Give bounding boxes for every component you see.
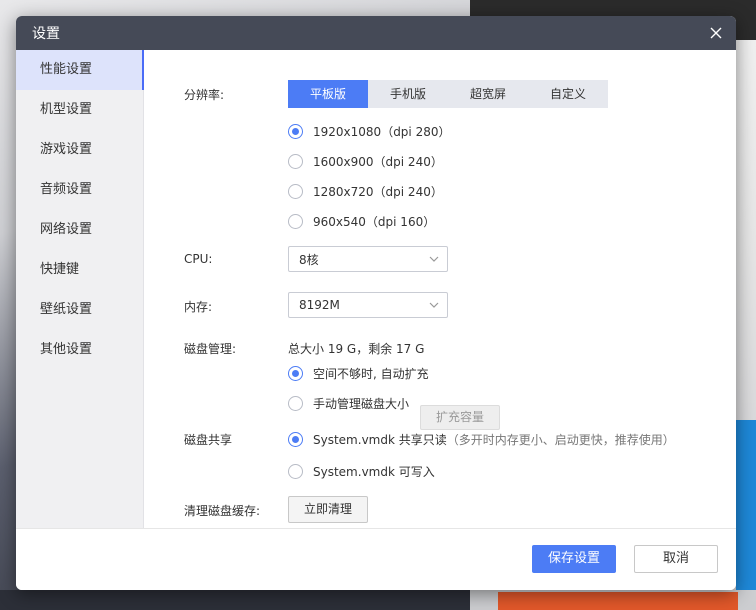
- settings-dialog: 设置 性能设置 机型设置 游戏设置 音频设置 网络设置 快捷键 壁纸设置 其他设…: [16, 16, 736, 590]
- disk-manual-option[interactable]: 手动管理磁盘大小: [288, 395, 409, 412]
- sidebar-item-label: 游戏设置: [40, 142, 93, 157]
- settings-content: 分辨率: 平板版 手机版 超宽屏 自定义 1920x1080 （dpi 280） …: [145, 50, 736, 528]
- expand-capacity-button[interactable]: 扩充容量: [420, 405, 500, 430]
- background-art-orange: [498, 592, 738, 610]
- resolution-dpi: （dpi 240）: [373, 155, 443, 169]
- sidebar-item-label: 性能设置: [40, 62, 93, 77]
- sidebar-item-other[interactable]: 其他设置: [16, 330, 143, 370]
- radio-icon: [288, 464, 303, 479]
- chevron-down-icon: [429, 256, 439, 262]
- resolution-dpi: （dpi 160）: [365, 215, 436, 229]
- memory-value: 8192M: [299, 298, 340, 312]
- disk-label: 磁盘管理:: [184, 342, 237, 356]
- sidebar-item-device-model[interactable]: 机型设置: [16, 90, 143, 130]
- disk-share-label: 磁盘共享: [184, 433, 233, 447]
- tab-ultrawide[interactable]: 超宽屏: [448, 80, 528, 108]
- window-title: 设置: [32, 26, 60, 42]
- cache-label: 清理磁盘缓存:: [184, 504, 261, 518]
- memory-label: 内存:: [184, 300, 213, 314]
- dialog-footer: 保存设置 取消: [16, 528, 736, 590]
- sidebar-item-performance[interactable]: 性能设置: [16, 50, 144, 90]
- disk-share-readonly-option[interactable]: System.vmdk 共享只读 （多开时内存更小、启动更快，推荐使用）: [288, 431, 675, 448]
- save-settings-button[interactable]: 保存设置: [532, 545, 616, 573]
- disk-auto-expand-label: 空间不够时, 自动扩充: [313, 367, 429, 381]
- radio-icon: [288, 184, 303, 199]
- disk-share-readonly-label: System.vmdk 共享只读: [313, 433, 447, 447]
- resolution-option-1280[interactable]: 1280x720 （dpi 240）: [288, 183, 443, 200]
- resolution-option-1920[interactable]: 1920x1080 （dpi 280）: [288, 123, 450, 140]
- memory-select[interactable]: 8192M: [288, 292, 448, 318]
- close-icon[interactable]: [706, 23, 726, 43]
- resolution-label: 分辨率:: [184, 88, 225, 102]
- tab-custom[interactable]: 自定义: [528, 80, 608, 108]
- title-bar[interactable]: 设置: [16, 16, 736, 50]
- sidebar-item-network[interactable]: 网络设置: [16, 210, 143, 250]
- tab-phone[interactable]: 手机版: [368, 80, 448, 108]
- sidebar-item-label: 其他设置: [40, 342, 93, 357]
- sidebar-item-wallpaper[interactable]: 壁纸设置: [16, 290, 143, 330]
- sidebar-item-label: 机型设置: [40, 102, 93, 117]
- sidebar-item-label: 网络设置: [40, 222, 93, 237]
- sidebar-item-game[interactable]: 游戏设置: [16, 130, 143, 170]
- disk-share-readonly-hint: （多开时内存更小、启动更快，推荐使用）: [446, 433, 675, 447]
- disk-summary: 总大小 19 G，剩余 17 G: [288, 342, 425, 356]
- tab-tablet[interactable]: 平板版: [288, 80, 368, 108]
- disk-manual-label: 手动管理磁盘大小: [313, 397, 410, 411]
- radio-icon: [288, 214, 303, 229]
- radio-icon: [288, 154, 303, 169]
- disk-auto-expand-option[interactable]: 空间不够时, 自动扩充: [288, 365, 429, 382]
- resolution-dpi: （dpi 280）: [381, 125, 451, 139]
- settings-sidebar: 性能设置 机型设置 游戏设置 音频设置 网络设置 快捷键 壁纸设置 其他设置: [16, 50, 144, 528]
- cpu-value: 8核: [299, 252, 319, 267]
- clean-now-button[interactable]: 立即清理: [288, 496, 368, 523]
- resolution-value: 1600x900: [313, 154, 374, 169]
- sidebar-item-label: 快捷键: [40, 262, 80, 277]
- disk-share-writable-label: System.vmdk 可写入: [313, 465, 435, 479]
- sidebar-item-label: 壁纸设置: [40, 302, 93, 317]
- sidebar-item-label: 音频设置: [40, 182, 93, 197]
- background-art-bottom: [0, 590, 470, 610]
- radio-selected-icon: [288, 432, 303, 447]
- radio-selected-icon: [288, 124, 303, 139]
- disk-share-writable-option[interactable]: System.vmdk 可写入: [288, 463, 435, 480]
- resolution-value: 960x540: [313, 214, 366, 229]
- radio-icon: [288, 396, 303, 411]
- resolution-option-960[interactable]: 960x540 （dpi 160）: [288, 213, 435, 230]
- cpu-label: CPU:: [184, 252, 213, 266]
- background-art-blue: [736, 420, 756, 590]
- resolution-value: 1920x1080: [313, 124, 382, 139]
- resolution-dpi: （dpi 240）: [373, 185, 443, 199]
- cpu-select[interactable]: 8核: [288, 246, 448, 272]
- sidebar-item-audio[interactable]: 音频设置: [16, 170, 143, 210]
- sidebar-item-shortcuts[interactable]: 快捷键: [16, 250, 143, 290]
- resolution-tabs: 平板版 手机版 超宽屏 自定义: [288, 80, 608, 108]
- resolution-option-1600[interactable]: 1600x900 （dpi 240）: [288, 153, 443, 170]
- radio-selected-icon: [288, 366, 303, 381]
- cancel-button[interactable]: 取消: [634, 545, 718, 573]
- chevron-down-icon: [429, 302, 439, 308]
- resolution-value: 1280x720: [313, 184, 374, 199]
